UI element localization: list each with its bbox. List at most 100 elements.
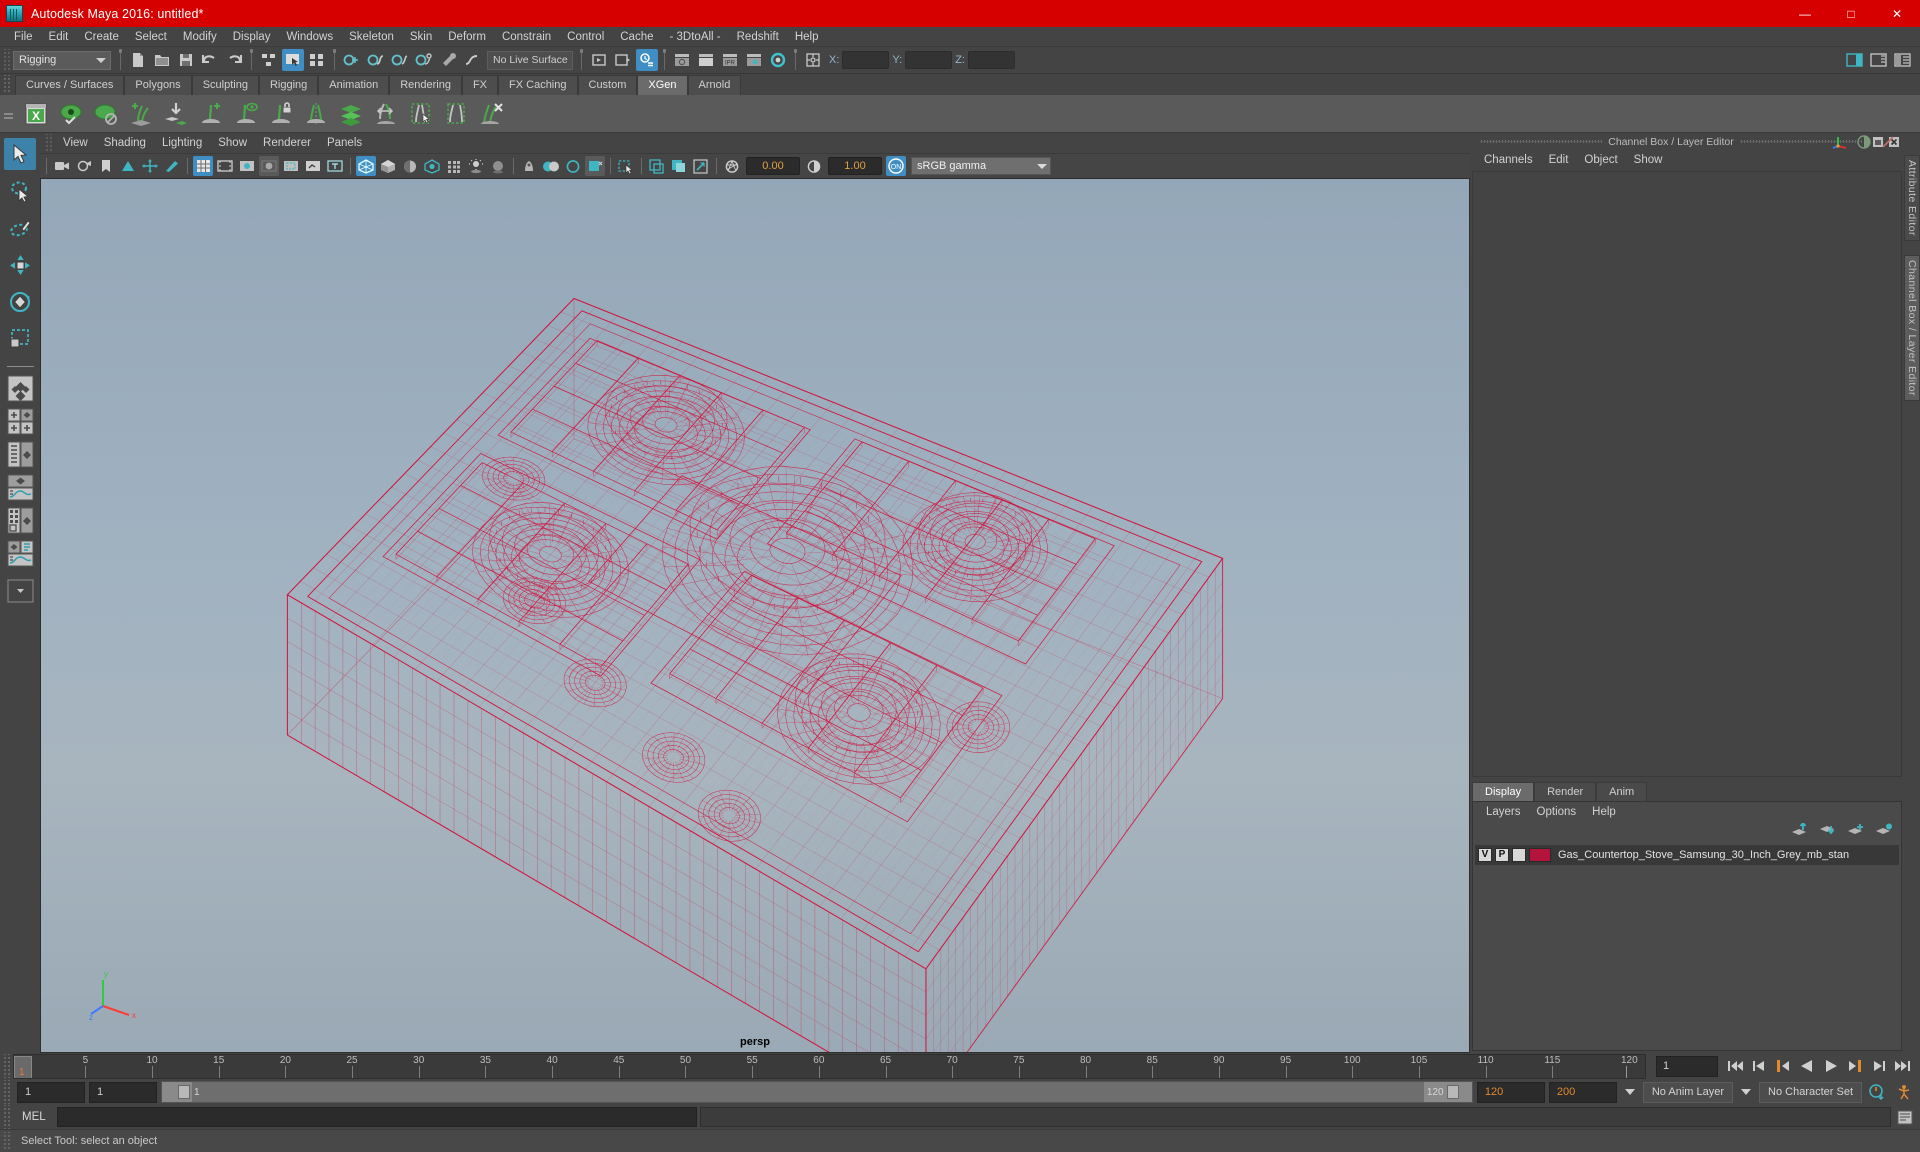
- outliner-persp-layout[interactable]: [6, 441, 34, 468]
- persp-graph-layout[interactable]: [6, 474, 34, 501]
- view-transform-picker-icon[interactable]: [691, 156, 711, 176]
- maximize-button[interactable]: □: [1828, 0, 1874, 27]
- shelf-tab-rendering[interactable]: Rendering: [389, 75, 462, 95]
- channel-box-content[interactable]: [1472, 171, 1902, 777]
- depth-of-field-icon[interactable]: [563, 156, 583, 176]
- layer-list[interactable]: V P Gas_Countertop_Stove_Samsung_30_Inch…: [1473, 843, 1901, 1050]
- go-to-start-icon[interactable]: [1724, 1055, 1746, 1077]
- shelf-tab-rigging[interactable]: Rigging: [258, 75, 319, 95]
- snap-to-grid-button[interactable]: [341, 49, 363, 71]
- channel-contrast-icon[interactable]: [1856, 134, 1872, 155]
- menu-skin[interactable]: Skin: [402, 28, 440, 46]
- live-surface-field[interactable]: No Live Surface: [487, 50, 573, 70]
- tab-display[interactable]: Display: [1472, 782, 1535, 801]
- select-by-component-button[interactable]: [306, 49, 328, 71]
- script-editor-icon[interactable]: [1894, 1107, 1916, 1127]
- make-live-button[interactable]: [461, 49, 483, 71]
- viewport-menu-panels[interactable]: Panels: [319, 135, 370, 151]
- exposure-tool-icon[interactable]: [647, 156, 667, 176]
- lasso-select-tool[interactable]: [4, 175, 36, 207]
- menu-edit[interactable]: Edit: [41, 28, 77, 46]
- menu-modify[interactable]: Modify: [175, 28, 225, 46]
- camera-attributes-icon[interactable]: [74, 156, 94, 176]
- character-set-chevron-icon[interactable]: [1741, 1089, 1752, 1095]
- irp-render-button[interactable]: [636, 49, 658, 71]
- preview-description-icon[interactable]: [54, 97, 87, 130]
- redshift-ipr-button[interactable]: IPR: [719, 49, 741, 71]
- command-line-grip[interactable]: [2, 1105, 10, 1129]
- textured-icon[interactable]: [422, 156, 442, 176]
- options-menu[interactable]: Options: [1529, 805, 1585, 819]
- layer-visibility-toggle[interactable]: V: [1478, 848, 1492, 862]
- shadows-icon[interactable]: [466, 156, 486, 176]
- new-layer-icon[interactable]: [1847, 823, 1865, 842]
- snap-to-projected-center-button[interactable]: [413, 49, 435, 71]
- gate-mask-opacity-icon[interactable]: [259, 156, 279, 176]
- minimize-button[interactable]: —: [1782, 0, 1828, 27]
- layer-color-swatch[interactable]: [1529, 848, 1551, 862]
- move-tool[interactable]: [4, 249, 36, 281]
- four-view-layout[interactable]: [6, 408, 34, 435]
- viewport-menu-show[interactable]: Show: [210, 135, 255, 151]
- viewport-menu-lighting[interactable]: Lighting: [154, 135, 210, 151]
- motion-blur-icon[interactable]: [519, 156, 539, 176]
- viewport-grip[interactable]: [44, 134, 52, 152]
- bookmark-icon[interactable]: [96, 156, 116, 176]
- edit-menu[interactable]: Edit: [1541, 152, 1577, 168]
- shelf-tab-polygons[interactable]: Polygons: [124, 75, 192, 95]
- step-back-frame-icon[interactable]: [1772, 1055, 1794, 1077]
- shelf-tab-custom[interactable]: Custom: [577, 75, 638, 95]
- shelf-tab-curves-surfaces[interactable]: Curves / Surfaces: [15, 75, 125, 95]
- range-end-knob[interactable]: [1446, 1085, 1459, 1099]
- vtab-channel-box-layer-editor[interactable]: Channel Box / Layer Editor: [1904, 254, 1920, 401]
- anim-end-time-field[interactable]: 200: [1548, 1081, 1617, 1103]
- snap-to-curve-button[interactable]: [365, 49, 387, 71]
- layout-more-button[interactable]: [6, 579, 34, 603]
- single-perspective-layout[interactable]: [6, 375, 34, 402]
- step-forward-keyframe-icon[interactable]: [1868, 1055, 1890, 1077]
- go-to-end-icon[interactable]: [1892, 1055, 1914, 1077]
- import-groom-icon[interactable]: [159, 97, 192, 130]
- view-transform-dropdown[interactable]: sRGB gamma: [911, 157, 1051, 175]
- delete-guide-icon[interactable]: [474, 97, 507, 130]
- anim-start-time-field[interactable]: 1: [17, 1081, 85, 1103]
- range-start-knob[interactable]: [178, 1085, 190, 1099]
- save-scene-button[interactable]: [175, 49, 197, 71]
- time-slider[interactable]: 1 120 5 10 15 20 25 30 35 40 45 50 55 60 65 70 75 80 85 9…: [13, 1053, 1646, 1079]
- flip-guide-icon[interactable]: [369, 97, 402, 130]
- y-input[interactable]: [905, 51, 953, 69]
- menu-3dtoall[interactable]: - 3DtoAll -: [662, 28, 729, 46]
- auto-keyframe-icon[interactable]: [1866, 1081, 1888, 1103]
- paint-select-tool[interactable]: [4, 212, 36, 244]
- play-forwards-icon[interactable]: [1820, 1055, 1842, 1077]
- layers-icon[interactable]: [334, 97, 367, 130]
- render-current-frame-button[interactable]: [612, 49, 634, 71]
- help-menu[interactable]: Help: [1584, 805, 1624, 819]
- shelf-icon-grip[interactable]: [2, 97, 14, 131]
- safe-title-icon[interactable]: [325, 156, 345, 176]
- menu-help[interactable]: Help: [787, 28, 827, 46]
- image-plane-icon[interactable]: [118, 156, 138, 176]
- show-hide-channel-box-button[interactable]: [1891, 49, 1913, 71]
- gamma-icon[interactable]: [804, 156, 824, 176]
- show-menu[interactable]: Show: [1626, 152, 1671, 168]
- tab-render[interactable]: Render: [1534, 782, 1597, 801]
- shelf-tab-fx[interactable]: FX: [461, 75, 499, 95]
- clear-region-icon[interactable]: [439, 97, 472, 130]
- tab-anim[interactable]: Anim: [1596, 782, 1648, 801]
- pivot-display-button[interactable]: [802, 49, 824, 71]
- menu-deform[interactable]: Deform: [440, 28, 494, 46]
- object-menu[interactable]: Object: [1576, 152, 1625, 168]
- layer-row[interactable]: V P Gas_Countertop_Stove_Samsung_30_Inch…: [1475, 845, 1899, 865]
- undo-button[interactable]: [199, 49, 221, 71]
- statusline-grip[interactable]: [2, 49, 10, 71]
- menu-set-selector[interactable]: Rigging: [13, 50, 111, 70]
- anim-layer-chevron-icon[interactable]: [1624, 1089, 1635, 1095]
- grease-pencil-icon[interactable]: [162, 156, 182, 176]
- wireframe-shading-icon[interactable]: [356, 156, 376, 176]
- redshift-render-button[interactable]: [695, 49, 717, 71]
- shelf-tab-arnold[interactable]: Arnold: [687, 75, 742, 95]
- lock-guide-icon[interactable]: [264, 97, 297, 130]
- exposure-aperture-icon[interactable]: [722, 156, 742, 176]
- range-start-handle[interactable]: 1: [162, 1082, 200, 1102]
